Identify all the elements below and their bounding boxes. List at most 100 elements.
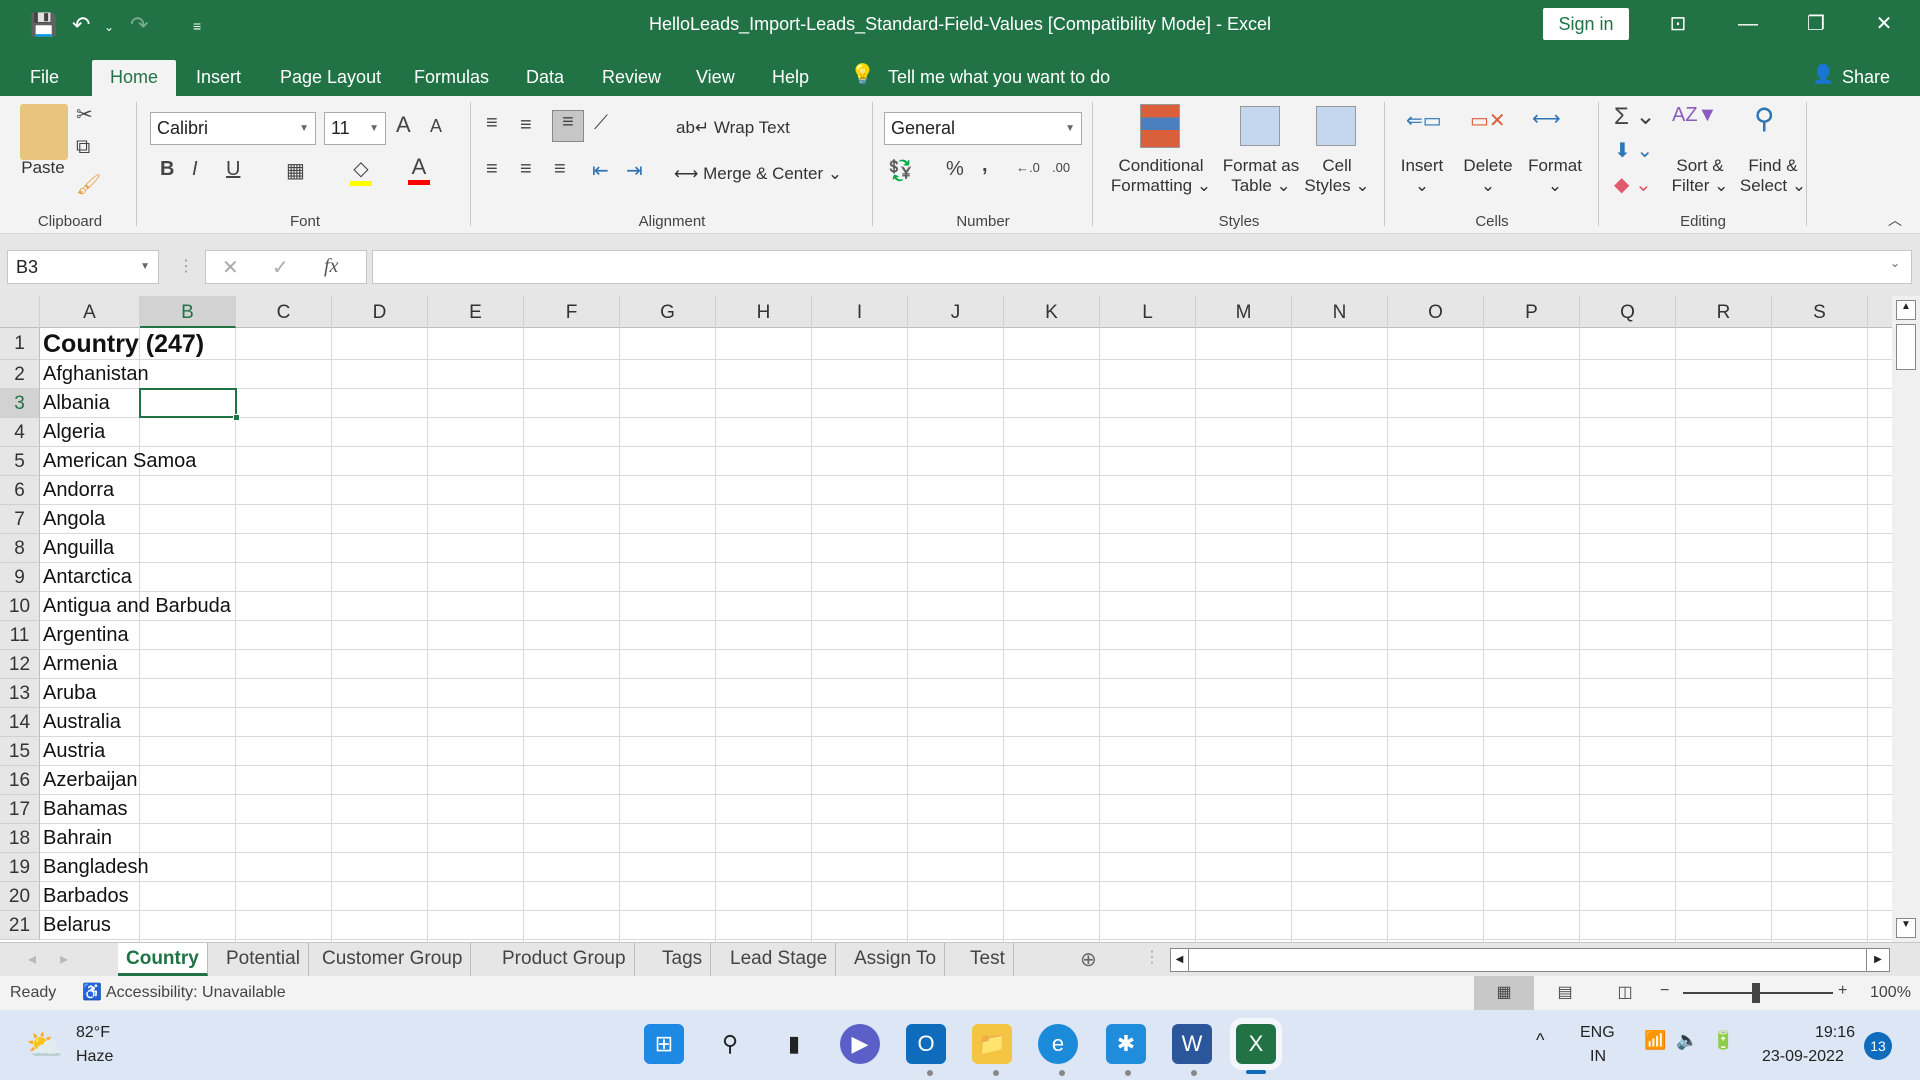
- excel-icon[interactable]: X: [1230, 1018, 1282, 1070]
- decrease-font-icon[interactable]: A: [430, 116, 442, 137]
- row-header-18[interactable]: 18: [0, 824, 40, 853]
- row-header-5[interactable]: 5: [0, 447, 40, 476]
- row-header-12[interactable]: 12: [0, 650, 40, 679]
- cell-a1[interactable]: Country (247): [40, 328, 204, 360]
- wrap-text-button[interactable]: ab↵ Wrap Text: [676, 118, 790, 138]
- cut-icon[interactable]: ✂: [76, 102, 93, 127]
- horizontal-scrollbar[interactable]: ◀: [1170, 948, 1870, 972]
- cell-a11[interactable]: Argentina: [40, 621, 129, 650]
- format-painter-icon[interactable]: 🖌: [76, 172, 101, 197]
- column-header-l[interactable]: L: [1100, 296, 1196, 328]
- tab-home[interactable]: Home: [92, 60, 176, 96]
- prev-sheet-icon[interactable]: ◂: [28, 949, 36, 969]
- autosum-icon[interactable]: Σ ⌄: [1614, 102, 1656, 131]
- align-center-icon[interactable]: ≡: [520, 158, 532, 181]
- share-button[interactable]: Share: [1834, 60, 1898, 96]
- tab-page-layout[interactable]: Page Layout: [272, 60, 389, 96]
- cell-a18[interactable]: Bahrain: [40, 824, 112, 853]
- minimize-button[interactable]: —: [1720, 6, 1776, 42]
- row-header-7[interactable]: 7: [0, 505, 40, 534]
- language-code[interactable]: ENG: [1580, 1024, 1615, 1042]
- tab-view[interactable]: View: [688, 60, 743, 96]
- fill-icon[interactable]: ⬇ ⌄: [1614, 138, 1653, 163]
- notification-badge[interactable]: 13: [1864, 1032, 1892, 1060]
- column-header-q[interactable]: Q: [1580, 296, 1676, 328]
- cell-a21[interactable]: Belarus: [40, 911, 111, 940]
- formula-input[interactable]: [372, 250, 1912, 284]
- comma-button[interactable]: ,: [982, 154, 988, 177]
- number-format-combo[interactable]: General ▼: [884, 112, 1082, 145]
- cell-a16[interactable]: Azerbaijan: [40, 766, 138, 795]
- insert-function-button[interactable]: fx: [324, 255, 338, 278]
- cell-a20[interactable]: Barbados: [40, 882, 129, 911]
- clear-icon[interactable]: ◆ ⌄: [1614, 172, 1652, 197]
- column-header-r[interactable]: R: [1676, 296, 1772, 328]
- column-header-g[interactable]: G: [620, 296, 716, 328]
- tab-split-grip[interactable]: ⋮: [1144, 947, 1160, 967]
- cell-a7[interactable]: Angola: [40, 505, 105, 534]
- outlook-icon[interactable]: O: [906, 1024, 946, 1064]
- column-header-e[interactable]: E: [428, 296, 524, 328]
- clock-date[interactable]: 23-09-2022: [1762, 1048, 1844, 1066]
- row-header-20[interactable]: 20: [0, 882, 40, 911]
- row-header-4[interactable]: 4: [0, 418, 40, 447]
- volume-icon[interactable]: 🔈: [1676, 1030, 1698, 1051]
- row-header-8[interactable]: 8: [0, 534, 40, 563]
- column-header-a[interactable]: A: [40, 296, 140, 328]
- row-header-19[interactable]: 19: [0, 853, 40, 882]
- task-view-icon[interactable]: ▮: [774, 1024, 814, 1064]
- bold-button[interactable]: B: [160, 158, 174, 181]
- tab-file[interactable]: File: [22, 60, 67, 96]
- next-sheet-icon[interactable]: ▸: [60, 949, 68, 969]
- increase-indent-icon[interactable]: ⇥: [626, 158, 643, 183]
- weather-icon[interactable]: ⛅: [26, 1028, 63, 1063]
- column-header-f[interactable]: F: [524, 296, 620, 328]
- cell-a2[interactable]: Afghanistan: [40, 360, 149, 389]
- orientation-icon[interactable]: ⟋: [594, 112, 608, 135]
- cancel-icon[interactable]: ✕: [222, 255, 239, 280]
- accounting-format-icon[interactable]: 💱: [888, 158, 913, 183]
- format-as-table-button[interactable]: Format as Table ⌄: [1218, 156, 1304, 196]
- start-icon[interactable]: ⊞: [644, 1024, 684, 1064]
- accessibility-status[interactable]: Accessibility: Unavailable: [106, 984, 286, 1002]
- row-header-10[interactable]: 10: [0, 592, 40, 621]
- tab-insert[interactable]: Insert: [188, 60, 249, 96]
- increase-font-icon[interactable]: A: [396, 112, 411, 138]
- row-header-3[interactable]: 3: [0, 389, 40, 418]
- merge-center-button[interactable]: ⟷ Merge & Center ⌄: [674, 164, 842, 184]
- close-button[interactable]: ✕: [1856, 6, 1912, 42]
- sheet-tab-product-group[interactable]: Product Group: [494, 943, 635, 976]
- cell-a10[interactable]: Antigua and Barbuda: [40, 592, 231, 621]
- scroll-down-icon[interactable]: ▼: [1896, 918, 1916, 938]
- formula-bar-grip[interactable]: ⋮: [178, 256, 194, 276]
- row-header-2[interactable]: 2: [0, 360, 40, 389]
- scroll-right-icon[interactable]: ▶: [1866, 948, 1890, 972]
- cell-a13[interactable]: Aruba: [40, 679, 96, 708]
- scroll-up-icon[interactable]: ▲: [1896, 300, 1916, 320]
- teams-chat-icon[interactable]: ▶: [840, 1024, 880, 1064]
- scroll-left-icon[interactable]: ◀: [1171, 949, 1189, 971]
- name-box[interactable]: B3 ▼: [7, 250, 159, 284]
- cell-a19[interactable]: Bangladesh: [40, 853, 149, 882]
- column-header-j[interactable]: J: [908, 296, 1004, 328]
- copy-icon[interactable]: ⧉: [76, 136, 90, 159]
- edge-icon[interactable]: e: [1038, 1024, 1078, 1064]
- battery-icon[interactable]: 🔋: [1712, 1030, 1734, 1051]
- ribbon-display-icon[interactable]: ⊡: [1650, 6, 1706, 42]
- sort-filter-button[interactable]: Sort & Filter ⌄: [1662, 156, 1738, 196]
- cell-a5[interactable]: American Samoa: [40, 447, 196, 476]
- zoom-level[interactable]: 100%: [1870, 984, 1911, 1002]
- vertical-scroll-thumb[interactable]: [1896, 324, 1916, 370]
- row-header-16[interactable]: 16: [0, 766, 40, 795]
- wifi-icon[interactable]: 📶: [1644, 1030, 1666, 1051]
- increase-decimal-icon[interactable]: ←.0: [1016, 160, 1040, 175]
- fill-color-icon[interactable]: ◇: [350, 156, 372, 186]
- align-right-icon[interactable]: ≡: [554, 158, 566, 181]
- fill-handle[interactable]: [233, 414, 240, 421]
- cell-a9[interactable]: Antarctica: [40, 563, 132, 592]
- select-all-corner[interactable]: [0, 296, 40, 328]
- font-color-icon[interactable]: A: [408, 154, 430, 185]
- sheet-tab-country[interactable]: Country: [118, 943, 208, 976]
- tab-formulas[interactable]: Formulas: [406, 60, 497, 96]
- row-header-21[interactable]: 21: [0, 911, 40, 940]
